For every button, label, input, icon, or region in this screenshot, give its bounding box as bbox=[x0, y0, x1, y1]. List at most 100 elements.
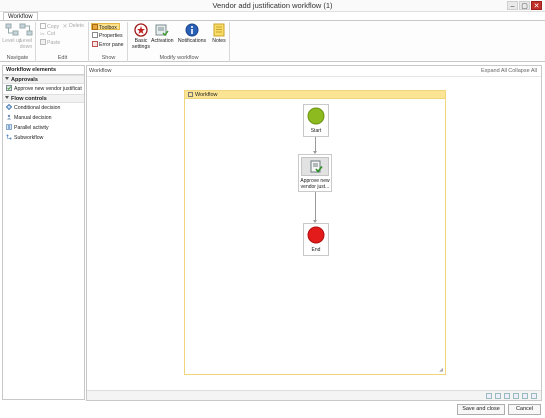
start-node-label: Start bbox=[310, 128, 322, 134]
subworkflow-icon bbox=[6, 134, 12, 140]
properties-icon bbox=[92, 32, 98, 38]
info-icon bbox=[185, 23, 199, 37]
edit-group: Copy ✕Delete ✂ Cut Paste Edit bbox=[37, 22, 89, 62]
zoom-out-icon[interactable] bbox=[504, 393, 510, 399]
zoom-toolbar bbox=[87, 390, 541, 400]
collapse-triangle-icon bbox=[5, 77, 9, 80]
edit-group-label: Edit bbox=[57, 55, 68, 61]
level-down-label: Level down bbox=[19, 38, 33, 50]
element-conditional-decision[interactable]: Conditional decision bbox=[3, 103, 84, 113]
workflow-elements-panel: Workflow elements Approvals Approve new … bbox=[2, 65, 85, 400]
parallel-activity-icon bbox=[6, 124, 12, 130]
element-label: Approve new vendor justificat bbox=[14, 86, 82, 92]
conditional-decision-icon bbox=[6, 104, 12, 110]
close-button[interactable]: ✕ bbox=[531, 1, 542, 10]
workflow-elements-header: Workflow elements bbox=[3, 66, 84, 75]
approvals-section-header[interactable]: Approvals bbox=[3, 75, 84, 84]
workflow-container-header: Workflow bbox=[185, 91, 445, 99]
workflow-container-title: Workflow bbox=[195, 92, 218, 98]
toolbox-button[interactable]: Toolbox bbox=[91, 23, 120, 31]
properties-button[interactable]: Properties bbox=[92, 32, 123, 39]
element-manual-decision[interactable]: Manual decision bbox=[3, 113, 84, 123]
designer-header: Workflow Expand All Collapse All bbox=[87, 66, 541, 76]
paste-button[interactable]: Paste bbox=[40, 39, 60, 46]
level-down-icon bbox=[19, 23, 33, 36]
basic-settings-button[interactable]: Basic settings bbox=[130, 23, 152, 50]
maximize-button[interactable]: ▢ bbox=[519, 1, 530, 10]
approval-node[interactable]: Approve new vendor just... bbox=[298, 154, 332, 192]
cut-button[interactable]: ✂ Cut bbox=[40, 31, 55, 38]
copy-button[interactable]: Copy bbox=[40, 23, 59, 30]
breadcrumb[interactable]: Workflow bbox=[89, 66, 112, 76]
paste-label: Paste bbox=[47, 40, 61, 46]
delete-button[interactable]: ✕Delete bbox=[62, 23, 84, 30]
workflow-icon bbox=[188, 92, 193, 97]
toolbox-label: Toolbox bbox=[99, 25, 117, 31]
end-circle-icon bbox=[307, 226, 325, 244]
pan-icon[interactable] bbox=[486, 393, 492, 399]
end-node[interactable]: End bbox=[303, 223, 329, 256]
notes-button[interactable]: Notes bbox=[208, 23, 230, 44]
activation-icon bbox=[155, 24, 169, 37]
modify-workflow-group-label: Modify workflow bbox=[159, 55, 199, 61]
toolbox-icon bbox=[92, 24, 98, 30]
cancel-button[interactable]: Cancel bbox=[508, 404, 541, 415]
zoom-in-icon[interactable] bbox=[495, 393, 501, 399]
activation-label: Activation bbox=[151, 38, 174, 44]
flow-controls-section-title: Flow controls bbox=[11, 96, 47, 102]
basic-settings-label-2: settings bbox=[132, 44, 150, 50]
collapse-triangle-icon bbox=[5, 96, 9, 99]
actual-size-icon[interactable] bbox=[531, 393, 537, 399]
element-label: Subworkflow bbox=[14, 135, 44, 141]
approval-node-icon-area bbox=[301, 157, 329, 176]
copy-label: Copy bbox=[47, 24, 60, 30]
navigate-group: Level up Level down Navigate bbox=[0, 22, 36, 62]
cut-label: Cut bbox=[47, 31, 56, 37]
cut-icon: ✂ bbox=[40, 32, 46, 38]
collapse-all-link[interactable]: Collapse All bbox=[508, 66, 537, 76]
modify-workflow-group: Basic settings Activation Notifications bbox=[129, 22, 230, 62]
element-subworkflow[interactable]: Subworkflow bbox=[3, 133, 84, 143]
start-node[interactable]: Start bbox=[303, 104, 329, 137]
manual-decision-icon bbox=[7, 114, 11, 120]
overview-icon[interactable] bbox=[522, 393, 528, 399]
navigate-group-label: Navigate bbox=[6, 55, 29, 61]
header-divider bbox=[87, 76, 541, 77]
workflow-container[interactable]: Workflow Start Approve new vendor just.. bbox=[184, 90, 446, 375]
basic-settings-icon bbox=[134, 23, 148, 37]
element-approve-new-vendor[interactable]: Approve new vendor justificat bbox=[3, 84, 84, 94]
show-group: Toolbox Properties Error pane Show bbox=[90, 22, 128, 62]
delete-icon: ✕ bbox=[62, 24, 68, 30]
minimize-button[interactable]: – bbox=[507, 1, 518, 10]
show-group-label: Show bbox=[101, 55, 116, 61]
copy-icon bbox=[40, 23, 46, 29]
resize-grip-icon[interactable]: ◢ bbox=[439, 367, 443, 373]
connector-approval-end bbox=[315, 192, 316, 222]
save-and-close-button[interactable]: Save and close bbox=[457, 404, 505, 415]
title-bar: Vendor add justification workflow (1) – … bbox=[0, 0, 545, 12]
notes-icon bbox=[213, 23, 225, 37]
expand-all-link[interactable]: Expand All bbox=[481, 66, 507, 76]
approval-node-label-line2: vendor just... bbox=[300, 184, 330, 190]
window-title: Vendor add justification workflow (1) bbox=[212, 1, 333, 10]
element-label: Conditional decision bbox=[14, 105, 61, 111]
element-label: Manual decision bbox=[14, 115, 52, 121]
activation-button[interactable]: Activation bbox=[151, 23, 174, 44]
error-pane-button[interactable]: Error pane bbox=[92, 41, 124, 48]
paste-icon bbox=[40, 39, 46, 45]
level-down-button[interactable]: Level down bbox=[15, 23, 37, 50]
flow-controls-section-header[interactable]: Flow controls bbox=[3, 94, 84, 103]
window-controls: – ▢ ✕ bbox=[507, 1, 542, 10]
end-node-label: End bbox=[311, 247, 321, 253]
error-pane-icon bbox=[92, 41, 98, 47]
element-parallel-activity[interactable]: Parallel activity bbox=[3, 123, 84, 133]
notes-label: Notes bbox=[212, 38, 226, 44]
approvals-section-title: Approvals bbox=[11, 77, 38, 83]
delete-label: Delete bbox=[69, 23, 84, 29]
start-circle-icon bbox=[307, 107, 325, 125]
notifications-button[interactable]: Notifications bbox=[177, 23, 207, 44]
approval-check-icon bbox=[310, 160, 323, 173]
element-label: Parallel activity bbox=[14, 125, 49, 131]
fit-to-screen-icon[interactable] bbox=[513, 393, 519, 399]
properties-label: Properties bbox=[99, 33, 123, 39]
